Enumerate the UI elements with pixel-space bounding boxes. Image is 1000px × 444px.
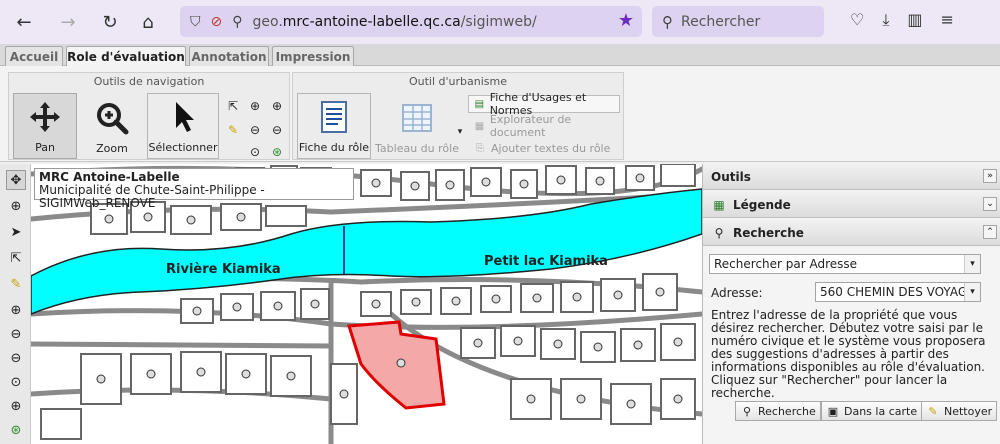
dans-la-carte-button[interactable]: ▣ Dans la carte	[821, 401, 923, 421]
explorer-icon: ▦	[474, 120, 485, 132]
zoom-button[interactable]: Zoom	[79, 93, 145, 159]
tab-accueil[interactable]: Accueil	[5, 46, 63, 66]
url-text: geo.mrc-antoine-labelle.qc.ca/sigimweb/	[252, 13, 537, 30]
select-button[interactable]: Sélectionner	[147, 93, 219, 159]
tab-impression[interactable]: Impression	[272, 46, 354, 66]
recherche-button[interactable]: ⚲ Recherche	[735, 401, 821, 421]
browser-toolbar: ← → ↻ ⌂ ⛉ ⊘ ⚲ geo.mrc-antoine-labelle.qc…	[0, 0, 1000, 44]
search-icon: ⚲	[714, 225, 724, 240]
nettoyer-button[interactable]: ✎ Nettoyer	[921, 401, 998, 421]
address-label: Adresse:	[711, 286, 763, 300]
nav-tools-group: Outils de navigation Pan Zoom Sélectionn…	[8, 72, 290, 160]
zoom-tool-icon[interactable]: ⊕	[6, 196, 26, 216]
outils-header[interactable]: Outils »	[703, 164, 1000, 190]
ribbon: Outils de navigation Pan Zoom Sélectionn…	[0, 66, 1000, 162]
map-left-toolbar: ✥ ⊕ ➤ ⇱ ✎ ⊕ ⊖ ⊖ ⊙ ⊕ ⊛	[0, 164, 31, 444]
map-tooltip: MRC Antoine-Labelle Municipalité de Chut…	[34, 168, 354, 210]
zoom-previous-tool-icon[interactable]: ⊖	[6, 348, 26, 368]
pan-button[interactable]: Pan	[13, 93, 77, 159]
chevron-down-icon: ▾	[964, 283, 980, 301]
fiche-usages-button[interactable]: ▤ Fiche d'Usages et Normes	[468, 91, 620, 117]
tab-annotation[interactable]: Annotation	[189, 46, 269, 66]
reload-icon[interactable]: ↻	[98, 10, 122, 34]
download-icon[interactable]: ⤓	[882, 10, 889, 30]
magnifier-icon	[94, 100, 130, 136]
tableau-dropdown-icon[interactable]: ▾	[451, 123, 469, 141]
forward-icon[interactable]: →	[56, 10, 80, 34]
search-help-text: Entrez l'adresse de la propriété que vou…	[711, 308, 986, 400]
legend-icon: ▦	[713, 197, 725, 212]
zoom-previous-icon[interactable]: ⊖	[246, 121, 264, 139]
tableau-role-button[interactable]: Tableau du rôle	[375, 93, 459, 159]
selected-parcel[interactable]	[347, 320, 446, 410]
address-input[interactable]: 560 CHEMIN DES VOYAGEURS ▾	[815, 282, 981, 302]
sheet-icon: ▤	[474, 98, 485, 110]
zoom-selection-icon[interactable]: ⊙	[246, 143, 264, 161]
expand-legend-icon[interactable]: ⌄	[983, 197, 997, 211]
permissions-icon[interactable]: ⊘	[211, 14, 223, 30]
collapse-right-icon[interactable]: »	[983, 169, 997, 183]
tab-role-evaluation[interactable]: Role d'évaluation	[66, 46, 186, 67]
attach-icon: ⎘	[476, 142, 484, 154]
chevron-down-icon: ▾	[964, 255, 980, 273]
move-icon	[27, 99, 63, 135]
zoom-out-small-icon[interactable]: ⊖	[268, 121, 286, 139]
url-bar[interactable]: ⛉ ⊘ ⚲ geo.mrc-antoine-labelle.qc.ca/sigi…	[180, 6, 642, 37]
bookmark-star-icon[interactable]: ★	[618, 10, 634, 31]
cursor-arrow-icon	[165, 99, 201, 135]
collapse-search-icon[interactable]: ⌃	[983, 225, 997, 239]
browser-search-input[interactable]: ⚲ Rechercher	[652, 6, 824, 37]
map-label-river: Rivière Kiamika	[166, 262, 281, 277]
legende-header[interactable]: ▦ Légende ⌄	[703, 192, 1000, 218]
pan-tool-icon[interactable]: ✥	[6, 170, 26, 190]
app-tabs: Accueil Role d'évaluation Annotation Imp…	[0, 44, 1000, 67]
zoom-extent-tool-icon[interactable]: ⊕	[6, 396, 26, 416]
select-area-icon[interactable]: ⇱	[224, 97, 242, 115]
pocket-icon[interactable]: ♡	[850, 10, 864, 30]
full-extent-tool-icon[interactable]: ⊛	[6, 420, 26, 440]
recherche-header[interactable]: ⚲ Recherche ⌃	[703, 220, 1000, 246]
clear-selection-icon[interactable]: ✎	[224, 121, 242, 139]
select-area-tool-icon[interactable]: ⇱	[6, 248, 26, 268]
menu-icon[interactable]: ≡	[941, 10, 954, 30]
select-tool-icon[interactable]: ➤	[6, 222, 26, 242]
broom-icon: ✎	[928, 404, 938, 418]
tools-panel: Outils » ▦ Légende ⌄ ⚲ Recherche ⌃ Reche…	[702, 164, 1000, 444]
map-icon: ▣	[827, 404, 839, 418]
zoom-out-tool-icon[interactable]: ⊖	[6, 324, 26, 344]
zoom-in-small-icon[interactable]: ⊕	[246, 97, 264, 115]
table-icon	[399, 100, 435, 136]
explorateur-button[interactable]: ▦ Explorateur de document	[468, 113, 620, 139]
clear-tool-icon[interactable]: ✎	[6, 274, 26, 294]
ajouter-textes-button[interactable]: ⎘ Ajouter textes du rôle	[468, 139, 620, 157]
full-extent-icon[interactable]: ⊛	[268, 143, 286, 161]
search-mode-select[interactable]: Rechercher par Adresse ▾	[709, 254, 981, 274]
zoom-in-tool-icon[interactable]: ⊕	[6, 300, 26, 320]
zoom-next-tool-icon[interactable]: ⊙	[6, 372, 26, 392]
site-info-icon[interactable]: ⚲	[232, 14, 242, 30]
search-icon: ⚲	[662, 12, 673, 31]
urbanism-group: Outil d'urbanisme Fiche du rôle Tableau …	[292, 72, 624, 160]
back-icon[interactable]: ←	[12, 10, 36, 34]
shield-icon[interactable]: ⛉	[190, 14, 201, 30]
document-icon	[316, 99, 352, 135]
fiche-role-button[interactable]: Fiche du rôle	[297, 93, 371, 159]
home-icon[interactable]: ⌂	[136, 10, 160, 34]
zoom-extent-icon[interactable]: ⊕	[268, 97, 286, 115]
search-icon: ⚲	[742, 404, 752, 418]
library-icon[interactable]: ▥	[907, 10, 922, 30]
map-label-lake: Petit lac Kiamika	[484, 254, 608, 269]
